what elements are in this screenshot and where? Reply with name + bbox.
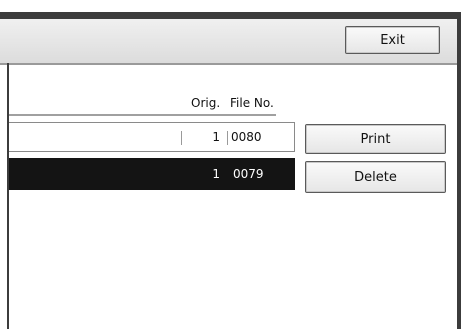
header-divider xyxy=(9,114,276,116)
column-divider xyxy=(227,131,228,145)
table-row-selected[interactable]: 1 0079 xyxy=(9,158,295,190)
orig-count: 1 xyxy=(212,167,220,181)
print-button[interactable]: Print xyxy=(305,124,446,154)
column-header-orig: Orig. xyxy=(191,96,221,110)
file-number: 0080 xyxy=(231,130,262,144)
column-divider xyxy=(181,131,182,145)
delete-button[interactable]: Delete xyxy=(305,161,446,193)
orig-count: 1 xyxy=(212,130,220,144)
column-header-file-no: File No. xyxy=(230,96,274,110)
table-row[interactable]: 1 0080 xyxy=(9,122,295,152)
exit-button[interactable]: Exit xyxy=(345,26,440,54)
panel-border xyxy=(7,63,9,329)
file-number: 0079 xyxy=(233,167,264,181)
